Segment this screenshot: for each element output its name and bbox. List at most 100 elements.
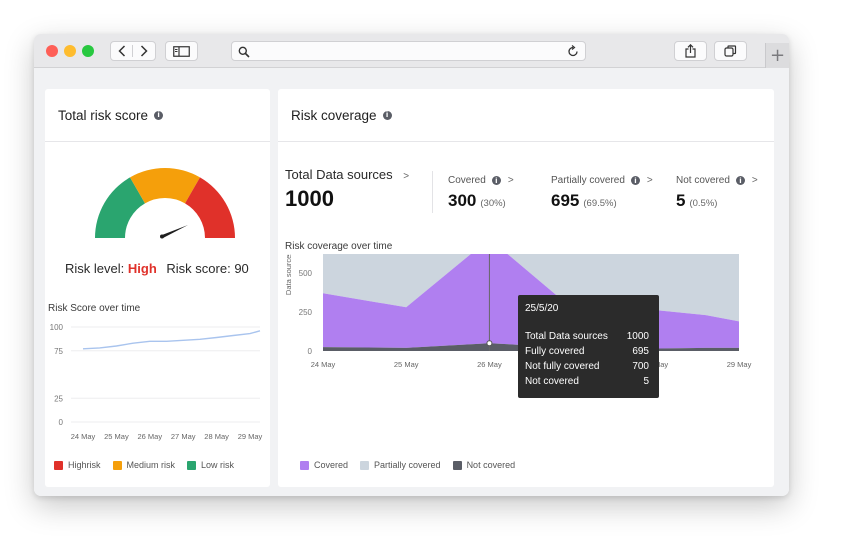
- total-data-sources-value: 1000: [285, 186, 334, 211]
- risk-gauge: [95, 168, 235, 239]
- x-tick-label: 27 May: [171, 432, 196, 441]
- total-risk-header: Total risk score i: [45, 89, 270, 142]
- x-tick-label: 26 May: [137, 432, 162, 441]
- legend-swatch-medium: [112, 460, 122, 470]
- legend-label-partially-covered: Partially covered: [374, 460, 441, 470]
- info-icon[interactable]: i: [630, 176, 640, 185]
- x-tick-label: 28 May: [204, 432, 229, 441]
- divider: [432, 171, 433, 213]
- sidebar-icon: [173, 45, 190, 57]
- legend-item-covered: Covered: [300, 460, 348, 470]
- back-icon[interactable]: [111, 45, 133, 57]
- tooltip-row: Total Data sources 1000: [525, 331, 649, 342]
- show-tabs-button[interactable]: [714, 41, 747, 61]
- hover-point: [486, 340, 493, 347]
- tooltip-row-label: Not fully covered: [525, 361, 600, 372]
- risk-level-value: High: [127, 261, 157, 276]
- total-risk-card: Total risk score i Risk level: High Risk…: [45, 89, 270, 487]
- not-covered-stat-link[interactable]: Not covered i >: [676, 175, 758, 186]
- x-tick-label: 29 May: [238, 432, 263, 441]
- risk-coverage-header: Risk coverage i: [278, 89, 774, 142]
- tooltip-row: Fully covered 695: [525, 346, 649, 357]
- chevron-right-icon: >: [646, 175, 653, 186]
- partially-covered-pct: (69.5%): [583, 198, 617, 209]
- share-button[interactable]: [674, 41, 707, 61]
- covered-pct: (30%): [480, 198, 506, 209]
- legend-swatch-low: [187, 460, 197, 470]
- info-icon[interactable]: i: [382, 110, 392, 120]
- y-tick-label: 0: [59, 418, 64, 427]
- y-tick-label: 25: [54, 394, 63, 403]
- chevron-right-icon: >: [507, 175, 514, 186]
- sidebar-button[interactable]: [165, 41, 198, 61]
- legend-label-covered: Covered: [314, 460, 349, 470]
- tooltip-row-value: 5: [643, 376, 649, 387]
- y-tick-label: 0: [308, 347, 313, 356]
- browser-window: + Total risk score i Risk level: High Ri…: [34, 34, 789, 496]
- gauge-needle: [162, 225, 188, 238]
- total-data-sources-label: Total Data sources: [285, 167, 393, 182]
- nav-buttons: [110, 41, 156, 61]
- zoom-window-button[interactable]: [82, 45, 94, 57]
- legend-swatch-partially-covered: [360, 460, 370, 470]
- x-tick-label: 26 May: [477, 360, 502, 369]
- legend-item-partially-covered: Partially covered: [360, 460, 441, 470]
- covered-stat: 300 (30%): [448, 191, 506, 211]
- x-tick-label: 24 May: [311, 360, 336, 369]
- minimize-window-button[interactable]: [64, 45, 76, 57]
- risk-coverage-card: Risk coverage i Total Data sources > 100…: [278, 89, 774, 487]
- legend-item-high-risk: Highrisk: [54, 460, 101, 470]
- legend-swatch-covered: [300, 460, 309, 470]
- partially-covered-stat: 695 (69.5%): [551, 191, 617, 211]
- risk-summary: Risk level: High Risk score: 90: [65, 261, 249, 276]
- risk-coverage-title: Risk coverage: [291, 107, 377, 123]
- forward-icon[interactable]: [133, 45, 155, 57]
- y-axis-label: Data sources: [284, 254, 293, 295]
- legend-label-low: Low risk: [201, 460, 235, 470]
- legend-swatch-high: [54, 460, 63, 470]
- address-bar[interactable]: [231, 41, 586, 61]
- x-tick-label: 24 May: [71, 432, 96, 441]
- search-icon: [238, 45, 250, 63]
- total-data-sources-link[interactable]: Total Data sources >: [285, 167, 409, 182]
- not-covered-value: 5: [676, 191, 686, 210]
- tooltip-row-label: Fully covered: [525, 346, 585, 357]
- y-tick-label: 500: [299, 269, 313, 278]
- plus-icon: +: [769, 45, 786, 66]
- y-tick-label: 100: [50, 323, 64, 332]
- tooltip-row-value: 1000: [626, 331, 649, 342]
- tabs-icon: [724, 45, 737, 57]
- covered-label: Covered: [448, 175, 486, 186]
- risk-score-label: Risk score:: [166, 261, 231, 276]
- tooltip-row: Not covered 5: [525, 376, 649, 387]
- coverage-legend: Covered Partially covered Not covered: [300, 460, 527, 470]
- risk-score-value: 90: [234, 261, 249, 276]
- covered-stat-link[interactable]: Covered i >: [448, 175, 514, 186]
- risk-score-chart: 0 25 75 100 24 May 25 May 26 May 27 May 28 May 29…: [50, 323, 263, 441]
- chart-tooltip: 25/5/20 Total Data sources 1000 Fully co…: [518, 295, 659, 398]
- chevron-right-icon: >: [751, 175, 758, 186]
- covered-value: 300: [448, 191, 477, 210]
- partially-covered-label: Partially covered: [551, 175, 625, 186]
- series-line: [82, 330, 261, 350]
- not-covered-stat: 5 (0.5%): [676, 191, 717, 211]
- y-tick-label: 250: [299, 308, 313, 317]
- info-icon[interactable]: i: [735, 176, 745, 185]
- close-window-button[interactable]: [46, 45, 58, 57]
- risk-level-label: Risk level:: [65, 261, 125, 276]
- x-tick-label: 25 May: [394, 360, 419, 369]
- partially-covered-stat-link[interactable]: Partially covered i >: [551, 175, 653, 186]
- coverage-chart-title: Risk coverage over time: [285, 241, 393, 252]
- new-tab-button[interactable]: +: [765, 43, 789, 68]
- info-icon[interactable]: i: [154, 110, 164, 120]
- share-icon: [685, 44, 696, 58]
- reload-icon[interactable]: [567, 45, 579, 63]
- y-tick-label: 75: [54, 347, 63, 356]
- tooltip-row-value: 700: [632, 361, 649, 372]
- info-icon[interactable]: i: [491, 176, 501, 185]
- x-tick-label: 29 May: [727, 360, 752, 369]
- legend-item-medium-risk: Medium risk: [112, 460, 175, 470]
- partially-covered-value: 695: [551, 191, 580, 210]
- total-risk-title: Total risk score: [58, 107, 149, 123]
- chevron-right-icon: >: [403, 171, 410, 182]
